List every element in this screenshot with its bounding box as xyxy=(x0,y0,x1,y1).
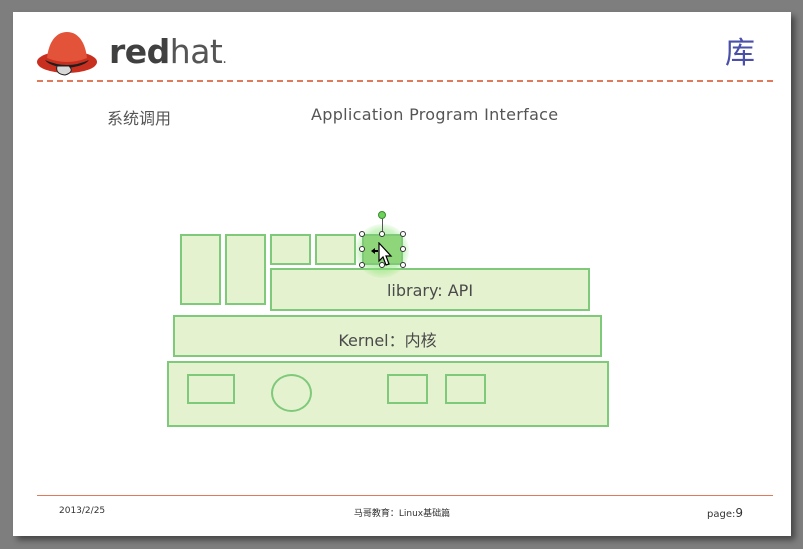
api-label: Application Program Interface xyxy=(311,105,559,124)
resize-handle-w[interactable] xyxy=(359,246,365,252)
library-label: library: API xyxy=(386,281,474,300)
program-box-2[interactable] xyxy=(225,234,266,305)
hardware-component-1 xyxy=(187,374,235,404)
program-box-3[interactable] xyxy=(270,234,311,265)
syscall-label: 系统调用 xyxy=(107,109,172,128)
kernel-label: Kernel：内核 xyxy=(338,331,437,350)
slide: redhat. 库 系统调用 Application Program Inter… xyxy=(13,12,791,536)
hardware-component-circle xyxy=(271,374,312,412)
footer-title: 马哥教育：Linux基础篇 xyxy=(353,509,451,519)
hardware-component-2 xyxy=(387,374,428,404)
header-divider xyxy=(37,80,773,82)
resize-handle-nw[interactable] xyxy=(359,231,365,237)
footer-page: page:9 xyxy=(707,506,743,520)
program-box-1[interactable] xyxy=(180,234,221,305)
rotation-handle[interactable] xyxy=(378,211,386,219)
resize-handle-e[interactable] xyxy=(400,246,406,252)
resize-handle-n[interactable] xyxy=(379,231,385,237)
resize-handle-ne[interactable] xyxy=(400,231,406,237)
kernel-layer[interactable]: Kernel：内核 xyxy=(173,315,602,357)
slide-title: 库 xyxy=(725,36,755,71)
redhat-logo: redhat. xyxy=(35,26,235,76)
page-number: 9 xyxy=(735,506,743,520)
footer-divider xyxy=(37,495,773,496)
program-box-4[interactable] xyxy=(315,234,356,265)
move-cursor-icon xyxy=(371,242,393,266)
logo-wordmark: redhat. xyxy=(109,32,227,71)
resize-handle-sw[interactable] xyxy=(359,262,365,268)
redhat-logo-icon xyxy=(37,32,97,76)
hardware-layer[interactable] xyxy=(167,361,609,427)
library-layer[interactable]: library: API xyxy=(270,268,590,311)
hardware-component-3 xyxy=(445,374,486,404)
resize-handle-se[interactable] xyxy=(400,262,406,268)
